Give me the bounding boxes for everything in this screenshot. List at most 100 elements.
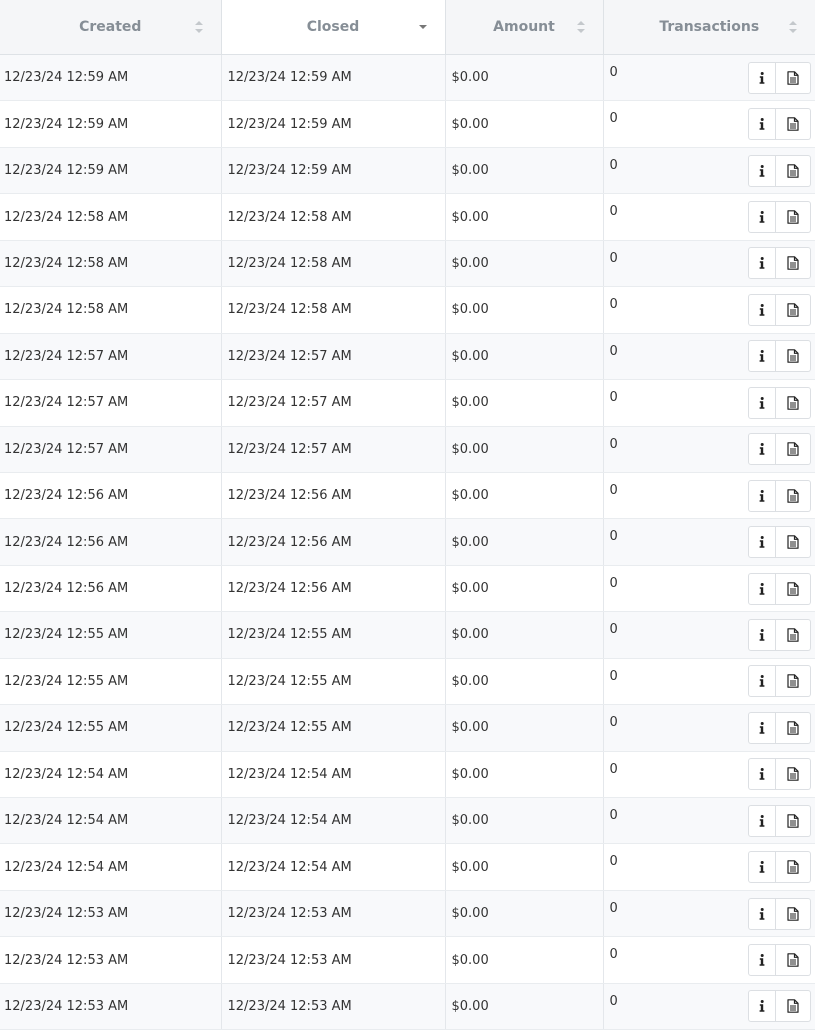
info-button[interactable] (748, 711, 776, 744)
receipt-button[interactable] (776, 897, 811, 930)
transactions-count: 0 (609, 854, 618, 870)
receipt-button[interactable] (776, 851, 811, 884)
info-button[interactable] (748, 990, 776, 1023)
receipt-button[interactable] (776, 990, 811, 1023)
table-header: Created Closed Amount Transactions (0, 0, 815, 55)
info-icon (759, 211, 765, 223)
info-button[interactable] (748, 201, 776, 234)
cell-amount: $0.00 (445, 426, 604, 473)
cell-created: 12/23/24 12:53 AM (0, 890, 222, 938)
cell-amount: $0.00 (445, 193, 604, 241)
info-button[interactable] (748, 618, 776, 651)
cell-closed: 12/23/24 12:54 AM (221, 797, 446, 845)
receipt-button[interactable] (776, 944, 811, 977)
receipt-button[interactable] (776, 386, 811, 419)
column-header-transactions[interactable]: Transactions (603, 0, 815, 55)
receipt-button[interactable] (776, 479, 811, 512)
document-icon (787, 999, 799, 1014)
receipt-button[interactable] (776, 526, 811, 559)
info-button[interactable] (748, 526, 776, 559)
row-actions (748, 386, 811, 419)
table-row: 12/23/24 12:56 AM 12/23/24 12:56 AM $0.0… (0, 565, 815, 613)
cell-amount: $0.00 (445, 565, 604, 613)
cell-transactions: 0 (603, 54, 815, 102)
cell-created: 12/23/24 12:58 AM (0, 286, 222, 334)
cell-transactions: 0 (603, 704, 815, 752)
column-header-amount[interactable]: Amount (445, 0, 604, 55)
info-button[interactable] (748, 433, 776, 466)
column-header-label: Amount (493, 19, 555, 35)
receipt-button[interactable] (776, 433, 811, 466)
column-header-created[interactable]: Created (0, 0, 222, 55)
table-row: 12/23/24 12:54 AM 12/23/24 12:54 AM $0.0… (0, 797, 815, 845)
receipt-button[interactable] (776, 804, 811, 837)
info-button[interactable] (748, 479, 776, 512)
info-button[interactable] (748, 340, 776, 373)
info-button[interactable] (748, 897, 776, 930)
row-actions (748, 804, 811, 837)
receipt-button[interactable] (776, 711, 811, 744)
info-button[interactable] (748, 572, 776, 605)
cell-transactions: 0 (603, 100, 815, 148)
receipt-button[interactable] (776, 61, 811, 94)
cell-closed: 12/23/24 12:58 AM (221, 286, 446, 334)
info-icon (759, 768, 765, 781)
receipt-button[interactable] (776, 247, 811, 280)
receipt-button[interactable] (776, 340, 811, 373)
info-button[interactable] (748, 108, 776, 141)
transactions-count: 0 (609, 297, 618, 313)
receipt-button[interactable] (776, 665, 811, 698)
receipt-button[interactable] (776, 618, 811, 651)
cell-created: 12/23/24 12:56 AM (0, 472, 222, 520)
cell-closed: 12/23/24 12:55 AM (221, 704, 446, 752)
column-header-closed[interactable]: Closed (221, 0, 446, 55)
receipt-button[interactable] (776, 108, 811, 141)
column-header-label: Closed (306, 19, 360, 35)
table-row: 12/23/24 12:54 AM 12/23/24 12:54 AM $0.0… (0, 843, 815, 891)
row-actions (748, 618, 811, 651)
transactions-count: 0 (609, 993, 618, 1009)
receipt-button[interactable] (776, 293, 811, 326)
cell-amount: $0.00 (445, 100, 604, 148)
table-row: 12/23/24 12:58 AM 12/23/24 12:58 AM $0.0… (0, 193, 815, 241)
transactions-count: 0 (609, 900, 618, 916)
info-icon (759, 582, 765, 595)
info-button[interactable] (748, 61, 776, 94)
cell-amount: $0.00 (445, 936, 604, 984)
column-header-label: Transactions (659, 19, 760, 35)
document-icon (787, 395, 799, 410)
receipt-button[interactable] (776, 201, 811, 234)
info-button[interactable] (748, 758, 776, 791)
cell-transactions: 0 (603, 843, 815, 891)
transactions-count: 0 (609, 204, 618, 220)
info-button[interactable] (748, 944, 776, 977)
receipt-button[interactable] (776, 758, 811, 791)
document-icon (787, 581, 799, 596)
cell-amount: $0.00 (445, 147, 604, 195)
info-button[interactable] (748, 247, 776, 280)
document-icon (787, 721, 799, 735)
row-actions (748, 990, 811, 1023)
transactions-count: 0 (609, 622, 618, 638)
receipt-button[interactable] (776, 572, 811, 605)
transactions-count: 0 (609, 947, 618, 963)
info-icon (759, 536, 765, 548)
cell-amount: $0.00 (445, 472, 604, 520)
info-button[interactable] (748, 293, 776, 326)
info-icon (759, 907, 765, 920)
receipt-button[interactable] (776, 154, 811, 187)
info-button[interactable] (748, 804, 776, 837)
table-row: 12/23/24 12:58 AM 12/23/24 12:58 AM $0.0… (0, 240, 815, 288)
info-button[interactable] (748, 386, 776, 419)
transactions-count: 0 (609, 436, 618, 452)
cell-closed: 12/23/24 12:57 AM (221, 333, 446, 381)
info-button[interactable] (748, 665, 776, 698)
document-icon (787, 117, 799, 131)
cell-transactions: 0 (603, 240, 815, 288)
info-button[interactable] (748, 851, 776, 884)
info-button[interactable] (748, 154, 776, 187)
transactions-count: 0 (609, 111, 618, 127)
info-icon (759, 814, 765, 827)
table-row: 12/23/24 12:59 AM 12/23/24 12:59 AM $0.0… (0, 54, 815, 102)
row-actions (748, 944, 811, 977)
